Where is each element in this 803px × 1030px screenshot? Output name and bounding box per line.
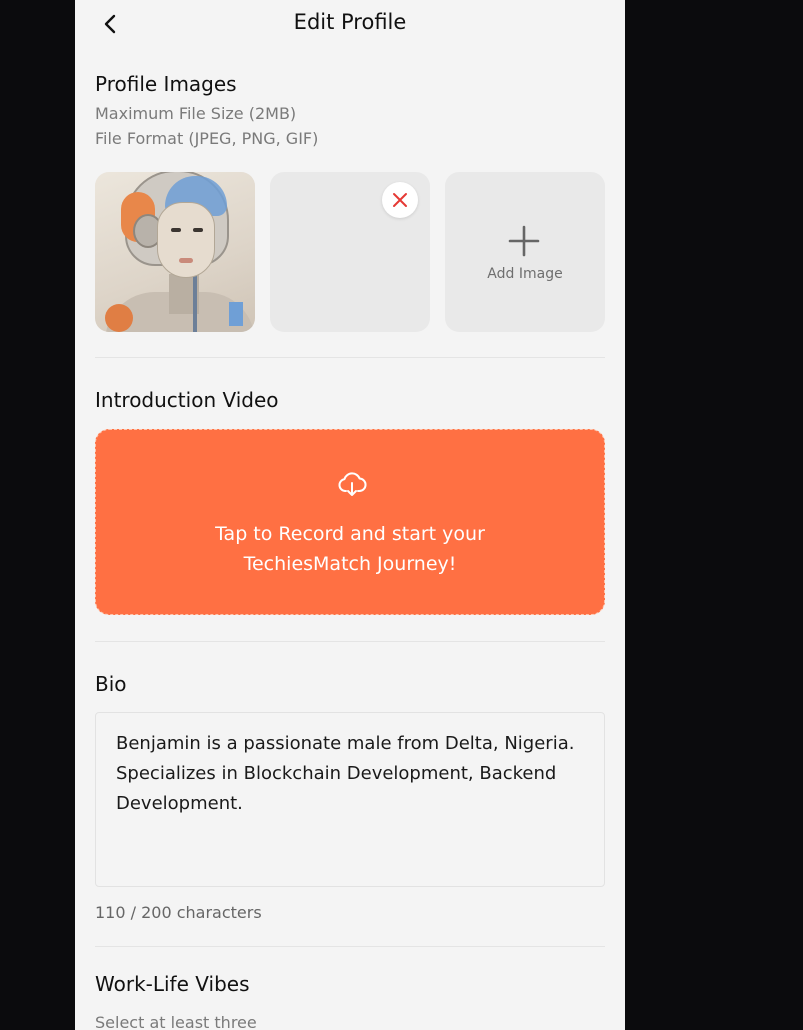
page-title: Edit Profile bbox=[293, 10, 407, 34]
bio-textarea[interactable]: Benjamin is a passionate male from Delta… bbox=[95, 712, 605, 887]
close-icon bbox=[393, 193, 407, 207]
profile-images-title: Profile Images bbox=[95, 72, 237, 96]
record-video-button[interactable]: Tap to Record and start your TechiesMatc… bbox=[95, 429, 605, 615]
record-prompt-line-2: TechiesMatch Journey! bbox=[243, 553, 457, 575]
edit-profile-screen: Edit Profile Profile Images Maximum File… bbox=[75, 0, 625, 1030]
max-file-size-hint: Maximum File Size (2MB) bbox=[95, 104, 297, 123]
add-image-button[interactable]: Add Image bbox=[445, 172, 605, 332]
bio-character-count: 110 / 200 characters bbox=[95, 903, 262, 922]
intro-video-title: Introduction Video bbox=[95, 388, 279, 412]
profile-image-2[interactable] bbox=[270, 172, 430, 332]
divider bbox=[95, 357, 605, 358]
record-prompt-line-1: Tap to Record and start your bbox=[215, 523, 485, 545]
bio-title: Bio bbox=[95, 672, 127, 696]
file-format-hint: File Format (JPEG, PNG, GIF) bbox=[95, 129, 319, 148]
work-life-vibes-title: Work-Life Vibes bbox=[95, 972, 250, 996]
add-image-label: Add Image bbox=[487, 266, 563, 282]
plus-icon bbox=[508, 225, 540, 257]
divider bbox=[95, 641, 605, 642]
work-life-hint: Select at least three bbox=[95, 1013, 257, 1030]
profile-image-1[interactable] bbox=[95, 172, 255, 332]
cloud-download-icon bbox=[338, 472, 367, 496]
profile-photo bbox=[95, 172, 255, 332]
record-prompt: Tap to Record and start your TechiesMatc… bbox=[96, 519, 604, 579]
app-header: Edit Profile bbox=[75, 0, 625, 48]
remove-image-button[interactable] bbox=[382, 182, 418, 218]
divider bbox=[95, 946, 605, 947]
